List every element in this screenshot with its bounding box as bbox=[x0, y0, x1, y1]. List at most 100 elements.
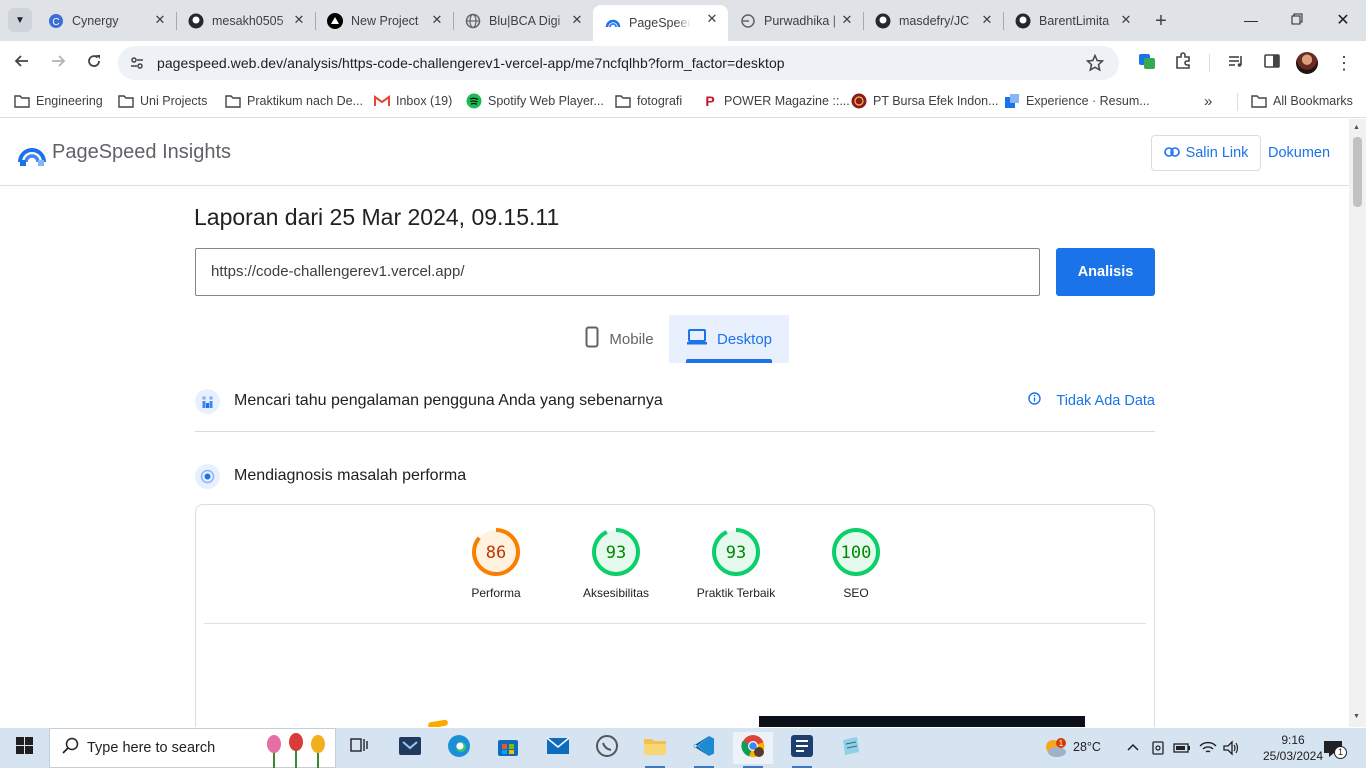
close-icon[interactable]: ✕ bbox=[569, 12, 585, 28]
taskbar-app-store[interactable] bbox=[488, 732, 528, 764]
close-icon[interactable]: ✕ bbox=[291, 12, 307, 28]
tab-mobile[interactable]: Mobile bbox=[570, 315, 669, 363]
tab-github-masdefry[interactable]: masdefry/JC ✕ bbox=[863, 6, 1003, 35]
globe-icon bbox=[465, 13, 481, 29]
field-data-section: Mencari tahu pengalaman pengguna Anda ya… bbox=[195, 378, 1155, 424]
system-clock[interactable]: 9:16 25/03/2024 bbox=[1253, 732, 1333, 764]
close-icon[interactable]: ✕ bbox=[979, 12, 995, 28]
bookmark-power-magazine[interactable]: P POWER Magazine ::... bbox=[702, 91, 849, 111]
scroll-down-icon[interactable]: ▼ bbox=[1353, 713, 1360, 720]
device-icon[interactable] bbox=[1150, 740, 1166, 761]
taskbar-app-notepad[interactable] bbox=[831, 732, 871, 764]
analyze-button[interactable]: Analisis bbox=[1056, 248, 1155, 296]
taskbar-app-sql[interactable] bbox=[390, 732, 430, 764]
battery-icon[interactable] bbox=[1173, 740, 1191, 761]
url-input[interactable]: https://code-challengerev1.vercel.app/ bbox=[195, 248, 1040, 296]
bookmark-uni-projects[interactable]: Uni Projects bbox=[118, 91, 207, 111]
github-icon bbox=[875, 13, 891, 29]
taskbar-app-xampp[interactable] bbox=[782, 732, 822, 768]
close-icon[interactable]: ✕ bbox=[1118, 12, 1134, 28]
close-window-button[interactable]: ✕ bbox=[1320, 0, 1366, 40]
tab-search-button[interactable]: ▼ bbox=[8, 8, 32, 32]
lab-section-title: Mendiagnosis masalah performa bbox=[234, 467, 467, 484]
bookmarks-bar: Engineering Uni Projects Praktikum nach … bbox=[0, 85, 1366, 118]
taskbar-app-chrome[interactable] bbox=[733, 732, 773, 768]
bookmark-gmail-inbox[interactable]: Inbox (19) bbox=[374, 91, 452, 111]
power-icon: P bbox=[705, 93, 715, 109]
tab-title: PageSpeed I bbox=[629, 16, 691, 30]
arrow-left-icon bbox=[14, 53, 30, 74]
bookmark-engineering[interactable]: Engineering bbox=[14, 91, 103, 111]
bookmark-fotografi[interactable]: fotografi bbox=[615, 91, 682, 111]
extensions-button[interactable] bbox=[1169, 49, 1197, 77]
scroll-up-icon[interactable]: ▲ bbox=[1353, 124, 1360, 131]
folder-icon bbox=[225, 93, 241, 109]
more-bookmarks-button[interactable]: » bbox=[1204, 91, 1212, 111]
restore-button[interactable] bbox=[1274, 0, 1320, 40]
scrollbar-thumb[interactable] bbox=[1353, 137, 1362, 207]
taskbar-app-file-explorer[interactable] bbox=[635, 732, 675, 768]
tab-pagespeed[interactable]: PageSpeed I ✕ bbox=[593, 5, 728, 41]
gauge-performance[interactable]: 86 Performa bbox=[436, 527, 556, 600]
bookmark-label: Spotify Web Player... bbox=[488, 94, 604, 108]
tab-github-barent[interactable]: BarentLimita ✕ bbox=[1003, 6, 1142, 35]
copy-link-button[interactable]: Salin Link bbox=[1151, 135, 1261, 171]
profile-button[interactable] bbox=[1293, 49, 1321, 77]
pagespeed-logo-icon[interactable] bbox=[18, 140, 46, 171]
search-icon bbox=[62, 737, 79, 759]
reload-icon bbox=[86, 53, 102, 74]
minimize-button[interactable]: — bbox=[1228, 0, 1274, 40]
weather-icon[interactable]: 1 bbox=[1042, 737, 1068, 764]
media-control-button[interactable] bbox=[1222, 49, 1250, 77]
folder-icon bbox=[118, 93, 134, 109]
back-button[interactable] bbox=[8, 49, 36, 77]
bookmark-idx[interactable]: PT Bursa Efek Indon... bbox=[851, 91, 999, 111]
tab-vercel-new-project[interactable]: New Project ✕ bbox=[315, 6, 453, 35]
browser-menu-button[interactable]: ⋮ bbox=[1330, 49, 1358, 77]
all-bookmarks-button[interactable]: All Bookmarks bbox=[1251, 91, 1353, 111]
close-icon[interactable]: ✕ bbox=[704, 11, 720, 27]
tab-github-mesakh[interactable]: mesakh0505 ✕ bbox=[176, 6, 315, 35]
tab-desktop[interactable]: Desktop bbox=[669, 315, 789, 363]
forward-button[interactable] bbox=[44, 49, 72, 77]
gauge-accessibility[interactable]: 93 Aksesibilitas bbox=[556, 527, 676, 600]
volume-icon[interactable] bbox=[1222, 740, 1240, 761]
new-tab-button[interactable]: + bbox=[1148, 8, 1174, 34]
tab-title: BarentLimita bbox=[1039, 13, 1110, 28]
gauge-seo[interactable]: 100 SEO bbox=[796, 527, 916, 600]
taskbar-app-mail[interactable] bbox=[538, 732, 578, 764]
taskbar-app-edge[interactable] bbox=[439, 732, 479, 764]
start-button[interactable] bbox=[0, 728, 48, 768]
close-icon[interactable]: ✕ bbox=[152, 12, 168, 28]
folder-icon bbox=[14, 93, 30, 109]
site-settings-icon[interactable] bbox=[129, 55, 145, 76]
github-icon bbox=[1015, 13, 1031, 29]
tab-purwadhika[interactable]: Purwadhika | ✕ bbox=[728, 6, 863, 35]
wifi-icon[interactable] bbox=[1199, 740, 1217, 761]
gauge-best-practices[interactable]: 93 Praktik Terbaik bbox=[676, 527, 796, 600]
star-icon[interactable] bbox=[1085, 53, 1105, 77]
taskbar-app-vscode[interactable] bbox=[684, 732, 724, 768]
reload-button[interactable] bbox=[80, 49, 108, 77]
task-view-button[interactable] bbox=[340, 732, 380, 764]
brand-name[interactable]: PageSpeed Insights bbox=[52, 141, 231, 164]
address-bar[interactable]: pagespeed.web.dev/analysis/https-code-ch… bbox=[118, 46, 1119, 80]
bookmark-experience-resume[interactable]: Experience · Resum... bbox=[1004, 91, 1150, 111]
close-icon[interactable]: ✕ bbox=[429, 12, 445, 28]
close-icon[interactable]: ✕ bbox=[839, 12, 855, 28]
no-data-link[interactable]: Tidak Ada Data bbox=[1028, 392, 1155, 409]
side-panel-button[interactable] bbox=[1258, 49, 1286, 77]
taskbar-app-whatsapp[interactable] bbox=[587, 732, 627, 764]
bookmark-spotify[interactable]: Spotify Web Player... bbox=[466, 91, 604, 111]
page-scrollbar[interactable]: ▲ ▼ bbox=[1349, 119, 1366, 727]
tab-cynergy[interactable]: C Cynergy ✕ bbox=[36, 6, 176, 35]
weather-temperature[interactable]: 28°C bbox=[1073, 740, 1101, 754]
bookmark-praktikum[interactable]: Praktikum nach De... bbox=[225, 91, 363, 111]
docs-link[interactable]: Dokumen bbox=[1268, 145, 1330, 161]
notification-center-button[interactable]: 1 bbox=[1322, 738, 1347, 763]
extension-translate-button[interactable] bbox=[1133, 49, 1161, 77]
idx-icon bbox=[851, 93, 867, 109]
tab-blu-bca[interactable]: Blu|BCA Digi ✕ bbox=[453, 6, 593, 35]
taskbar-search[interactable]: Type here to search bbox=[49, 728, 336, 768]
chevron-up-icon[interactable] bbox=[1126, 740, 1140, 757]
